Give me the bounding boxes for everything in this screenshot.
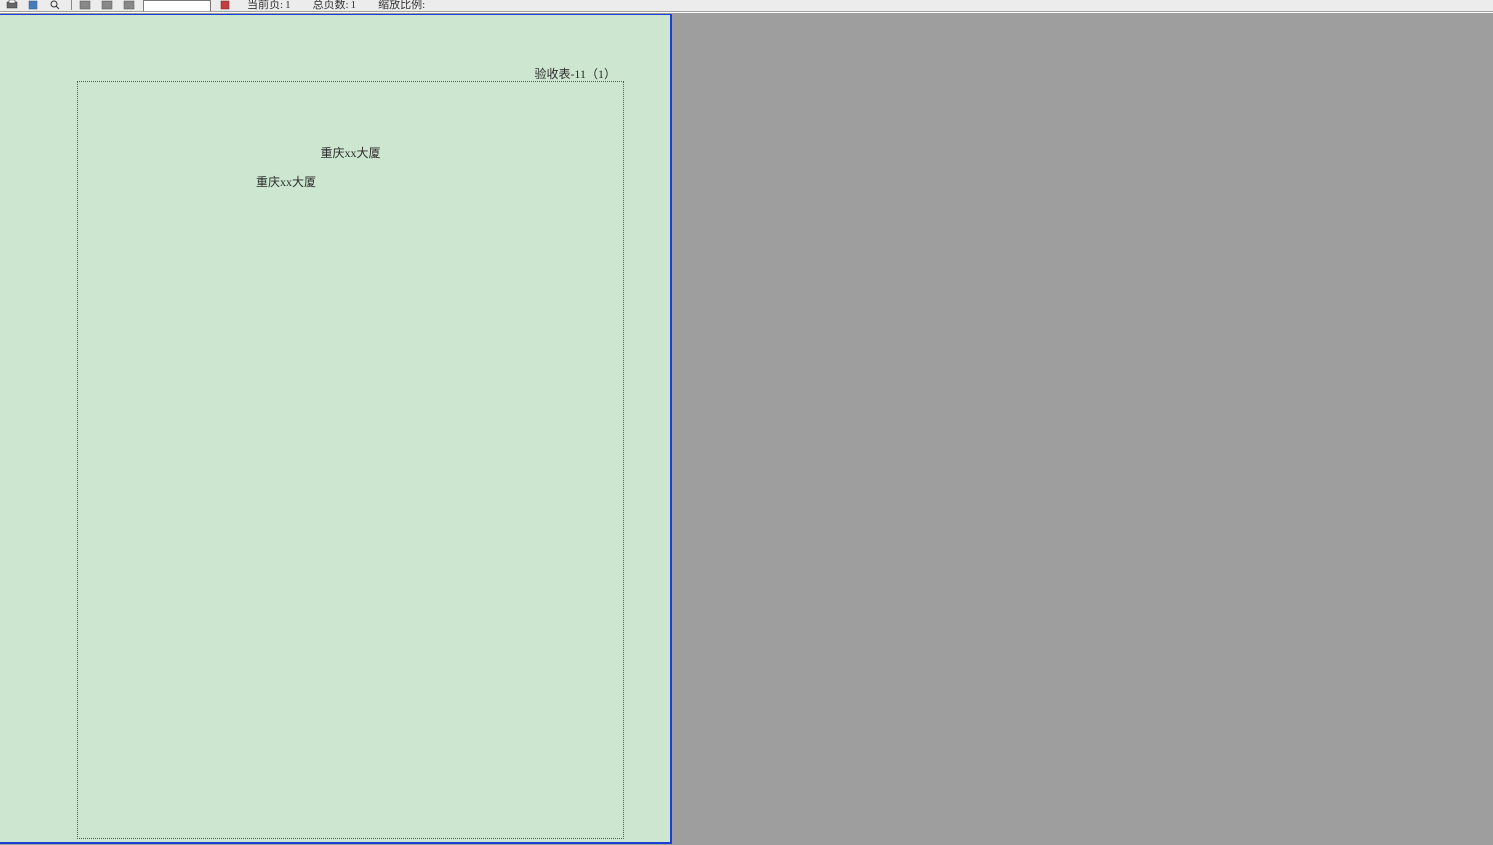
content-frame: 重庆xx大厦 重庆xx大厦 bbox=[77, 81, 624, 839]
total-pages-label: 总页数: bbox=[313, 0, 349, 10]
prev-page-icon[interactable] bbox=[97, 0, 117, 10]
toolbar-separator bbox=[71, 0, 72, 10]
current-page-label: 当前页: bbox=[247, 0, 283, 10]
preview-workspace: 验收表-11（1） 重庆xx大厦 重庆xx大厦 bbox=[0, 12, 1493, 845]
document-title: 重庆xx大厦 bbox=[78, 144, 623, 161]
first-page-icon[interactable] bbox=[75, 0, 95, 10]
document-subtitle: 重庆xx大厦 bbox=[256, 173, 316, 190]
page-header-label: 验收表-11（1） bbox=[534, 65, 616, 82]
zoom-ratio-label: 缩放比例: bbox=[378, 0, 425, 10]
toolbar: 当前页: 1 总页数: 1 缩放比例: bbox=[0, 0, 1493, 12]
zoom-input[interactable] bbox=[143, 0, 211, 12]
print-icon[interactable] bbox=[2, 0, 22, 10]
page-preview[interactable]: 验收表-11（1） 重庆xx大厦 重庆xx大厦 bbox=[0, 14, 672, 844]
close-preview-icon[interactable] bbox=[215, 0, 235, 10]
total-pages-value: 1 bbox=[351, 0, 357, 10]
export-icon[interactable] bbox=[24, 0, 44, 10]
next-page-icon[interactable] bbox=[119, 0, 139, 10]
current-page-value: 1 bbox=[285, 0, 291, 10]
search-icon[interactable] bbox=[46, 0, 66, 10]
